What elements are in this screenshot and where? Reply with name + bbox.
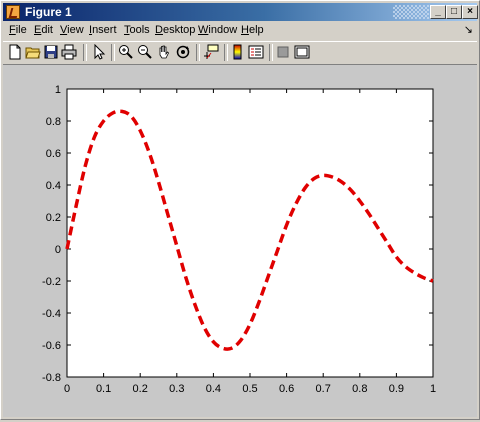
x-tick-label: 0.5 — [242, 383, 257, 395]
plot-svg: 0 0.1 0.2 0.3 0.4 0.5 0.6 0.7 0.8 0.9 1 -0.8-0.6-0… — [42, 84, 436, 395]
toolbar-separator — [224, 44, 228, 61]
menu-tools[interactable]: Tools — [124, 24, 150, 36]
x-tick-label: 0.6 — [279, 383, 294, 395]
menu-bar: File Edit View Insert Tools Desktop Wind… — [3, 22, 477, 40]
y-tick-label: 0.6 — [46, 148, 61, 160]
menu-file[interactable]: File — [9, 24, 27, 36]
x-tick-label: 0.8 — [352, 383, 367, 395]
y-tick-label: 0 — [55, 244, 61, 256]
figure-window: Figure 1 _ □ × File Edit View Insert Too… — [0, 0, 480, 420]
x-tick-label: 0.2 — [133, 383, 148, 395]
menu-edit[interactable]: Edit — [34, 24, 53, 36]
pan-hand-icon[interactable] — [156, 44, 172, 60]
y-tick-label: -0.6 — [42, 340, 61, 352]
toolbar-separator — [111, 44, 115, 61]
toolbar-separator — [83, 44, 87, 61]
y-tick-label: 0.2 — [46, 212, 61, 224]
data-cursor-icon[interactable] — [203, 44, 219, 60]
minimize-button[interactable]: _ — [430, 5, 446, 19]
x-tick-labels: 0 0.1 0.2 0.3 0.4 0.5 0.6 0.7 0.8 0.9 1 — [64, 383, 436, 395]
x-tick-label: 0.7 — [316, 383, 331, 395]
toolbar-separator — [269, 44, 273, 61]
y-tick-label: 0.8 — [46, 116, 61, 128]
print-icon[interactable] — [61, 44, 77, 60]
axes-box[interactable] — [66, 88, 434, 378]
menu-insert[interactable]: Insert — [89, 24, 117, 36]
save-icon[interactable] — [43, 44, 59, 60]
maximize-button[interactable]: □ — [446, 5, 462, 19]
show-plot-tools-icon[interactable] — [294, 44, 310, 60]
x-tick-label: 1 — [430, 383, 436, 395]
y-tick-label: 0.4 — [46, 180, 61, 192]
matlab-icon — [6, 5, 20, 19]
y-tick-label: -0.4 — [42, 308, 61, 320]
window-title: Figure 1 — [25, 5, 72, 19]
rotate-3d-icon[interactable] — [175, 44, 191, 60]
x-tick-label: 0.4 — [206, 383, 221, 395]
close-button[interactable]: × — [462, 5, 478, 19]
open-folder-icon[interactable] — [25, 44, 41, 60]
y-tick-label: -0.8 — [42, 372, 61, 384]
zoom-in-icon[interactable] — [118, 44, 134, 60]
x-tick-label: 0.1 — [96, 383, 111, 395]
arrow-select-icon[interactable] — [91, 44, 107, 60]
menu-help[interactable]: Help — [241, 24, 264, 36]
x-tick-label: 0.9 — [389, 383, 404, 395]
colorbar-icon[interactable] — [230, 44, 246, 60]
menu-view[interactable]: View — [60, 24, 84, 36]
y-tick-label: -0.2 — [42, 276, 61, 288]
dock-arrow-icon[interactable]: ↘ — [464, 23, 473, 36]
x-tick-label: 0.3 — [169, 383, 184, 395]
legend-icon[interactable] — [248, 44, 264, 60]
toolbar-separator — [196, 44, 200, 61]
menu-window[interactable]: Window — [198, 24, 237, 36]
menu-desktop[interactable]: Desktop — [155, 24, 195, 36]
figure-canvas: 0 0.1 0.2 0.3 0.4 0.5 0.6 0.7 0.8 0.9 1 -0.8 -0.6 -0… — [3, 65, 477, 417]
toolbar — [3, 41, 477, 65]
y-tick-labels: -0.8 -0.6 -0.4 -0.2 0 0.2 0.4 0.6 0.8 1 — [42, 84, 61, 384]
new-file-icon[interactable] — [7, 44, 23, 60]
y-tick-label: 1 — [55, 84, 61, 96]
x-tick-label: 0 — [64, 383, 70, 395]
zoom-out-icon[interactable] — [137, 44, 153, 60]
title-bar[interactable]: Figure 1 _ □ × — [3, 3, 478, 21]
hide-plot-tools-icon[interactable] — [275, 44, 291, 60]
title-pattern — [393, 5, 429, 19]
